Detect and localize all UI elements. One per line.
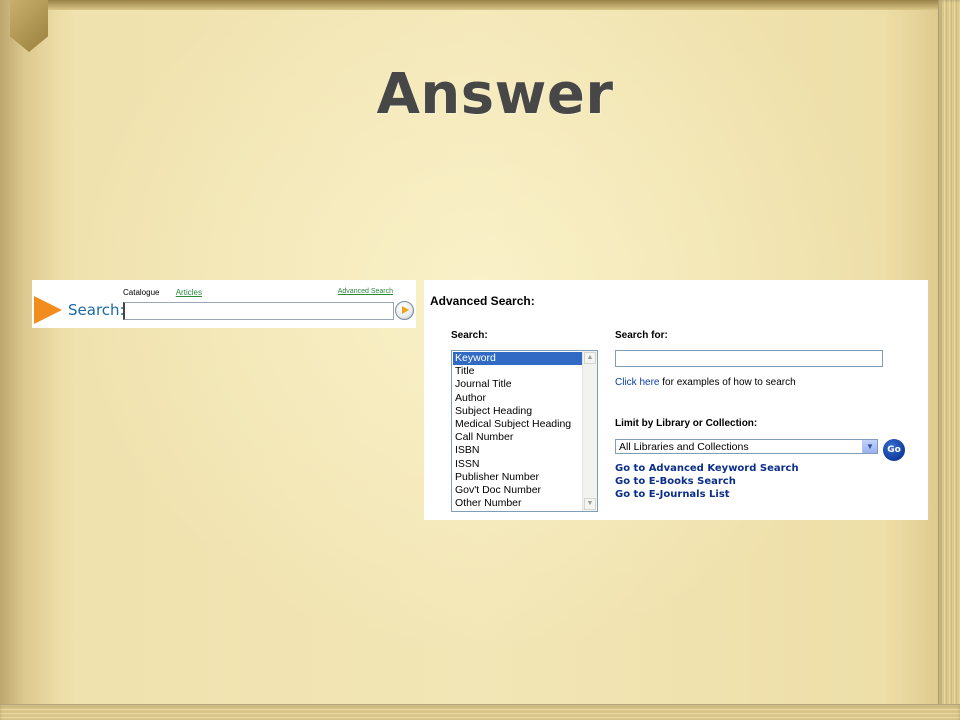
search-type-option[interactable]: Other Number [453,497,582,510]
limit-library-label: Limit by Library or Collection: [615,418,758,429]
search-type-option[interactable]: Author [453,392,582,405]
library-select-value: All Libraries and Collections [619,441,749,453]
advanced-search-link[interactable]: Advanced Search [338,288,393,295]
scroll-up-icon[interactable]: ▲ [584,352,596,364]
search-type-listbox[interactable]: Keyword Title Journal Title Author Subject H… [451,350,598,512]
search-type-option[interactable]: Keyword [453,352,582,366]
chevron-down-icon[interactable]: ▼ [862,440,877,453]
listbox-scrollbar[interactable]: ▲ ▼ [582,351,597,511]
advanced-search-heading: Advanced Search: [430,294,535,308]
search-type-option[interactable]: Title [453,365,582,378]
go-button[interactable]: Go [883,439,905,461]
quick-search-panel: Search: Catalogue Articles Advanced Sear… [32,280,416,328]
ejournals-list-link[interactable]: Go to E-Journals List [615,489,730,500]
search-type-option[interactable]: Subject Heading [453,405,582,418]
advanced-search-panel: Advanced Search: Search: Keyword Title Jou… [424,280,928,520]
search-for-input[interactable] [615,350,883,367]
search-type-option[interactable]: Call Number [453,431,582,444]
quick-search-input[interactable] [123,302,394,320]
search-type-list: Keyword Title Journal Title Author Subject H… [453,352,582,510]
search-type-option[interactable]: Medical Subject Heading [453,418,582,431]
library-select[interactable]: All Libraries and Collections ▼ [615,439,878,454]
search-for-label: Search for: [615,330,668,341]
advanced-keyword-search-link[interactable]: Go to Advanced Keyword Search [615,463,799,474]
scroll-down-icon[interactable]: ▼ [584,498,596,510]
examples-suffix: for examples of how to search [659,377,796,388]
book-top-edge [40,0,960,10]
page-edge-bottom [0,704,960,720]
search-type-option[interactable]: ISBN [453,444,582,457]
quick-search-go-button[interactable] [395,301,414,320]
search-type-option[interactable]: Journal Title [453,378,582,391]
search-type-option[interactable]: ISSN [453,458,582,471]
ebooks-search-link[interactable]: Go to E-Books Search [615,476,736,487]
search-type-option[interactable]: Publisher Number [453,471,582,484]
slide-title: Answer [376,62,614,127]
tab-catalogue[interactable]: Catalogue [123,288,159,297]
quick-search-label: Search: [68,301,125,319]
play-arrow-icon [34,296,62,324]
tab-articles[interactable]: Articles [176,288,202,297]
examples-text: Click here for examples of how to search [615,377,796,388]
quick-search-tabs: Catalogue Articles [123,288,202,297]
search-type-label: Search: [451,330,488,341]
search-type-option[interactable]: Gov't Doc Number [453,484,582,497]
click-here-link[interactable]: Click here [615,377,659,388]
